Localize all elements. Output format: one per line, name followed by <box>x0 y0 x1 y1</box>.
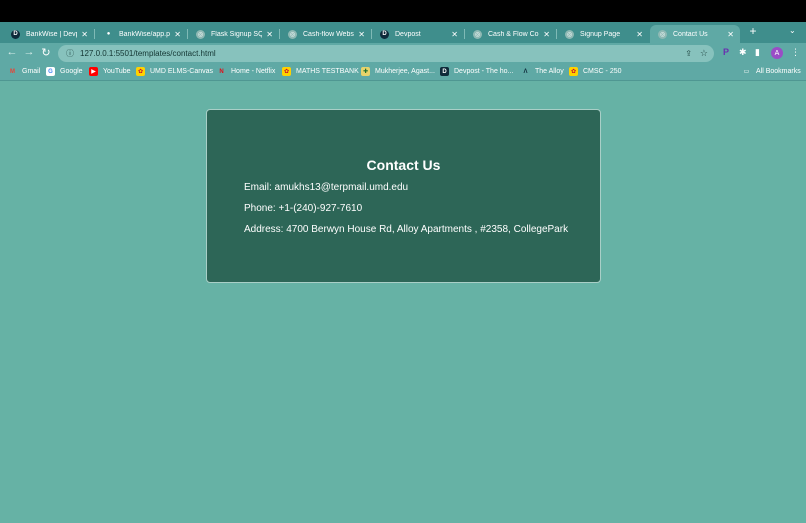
bookmark-label: Google <box>60 68 83 75</box>
bookmark-label: The Alloy <box>535 68 564 75</box>
globe-icon: ◎ <box>658 29 667 39</box>
netflix-icon: N <box>219 68 224 75</box>
globe-icon: ◎ <box>288 29 297 39</box>
contact-address: Address: 4700 Berwyn House Rd, Alloy Apa… <box>244 224 569 235</box>
globe-icon: ◎ <box>473 29 482 39</box>
close-icon[interactable]: ✕ <box>727 30 734 39</box>
globe-icon: ◎ <box>565 29 574 39</box>
forward-arrow-icon[interactable]: → <box>22 46 36 58</box>
youtube-icon: ▶ <box>89 67 98 76</box>
side-panel-icon[interactable]: ▮ <box>755 47 760 58</box>
bookmark-label: Mukherjee, Agast... <box>375 68 435 75</box>
bookmark-item[interactable]: N Home - Netflix <box>217 67 275 76</box>
tab-7[interactable]: ◎ Signup Page ✕ <box>557 25 649 43</box>
browser-toolbar: ← → ↻ ⓘ 127.0.0.1:5501/templates/contact… <box>0 43 806 64</box>
close-icon[interactable]: ✕ <box>174 30 181 39</box>
globe-icon: ◎ <box>196 29 205 39</box>
profile-avatar[interactable]: A <box>771 47 783 59</box>
tab-2[interactable]: ● BankWise/app.py ✕ <box>96 25 187 43</box>
folder-icon: ▭ <box>743 69 750 75</box>
all-bookmarks-label: All Bookmarks <box>756 68 801 75</box>
extension-p-icon[interactable]: P <box>723 47 729 57</box>
bookmarks-bar: ▭ All Bookmarks M Gmail G Google ▶ YouTube ✿ UM… <box>0 64 806 81</box>
devpost-icon: D <box>380 29 389 39</box>
bookmark-item[interactable]: ✿ CMSC - 250 <box>569 67 622 76</box>
bookmark-label: CMSC - 250 <box>583 68 622 75</box>
bookmark-item[interactable]: M Gmail <box>8 67 40 76</box>
tab-title: Cash-flow Websit <box>303 30 355 38</box>
tab-1[interactable]: D BankWise | Devpo ✕ <box>3 25 94 43</box>
tab-title: Cash & Flow Cons <box>488 30 539 38</box>
tab-search-chevron-icon[interactable]: ⌄ <box>789 26 796 35</box>
new-tab-button[interactable]: + <box>746 24 760 38</box>
bookmark-label: Gmail <box>22 68 41 75</box>
tab-strip: DBankWise | Devpo✕●BankWise/app.py✕◎Flas… <box>0 22 806 43</box>
umd-icon: ✿ <box>136 67 145 76</box>
contact-card: Contact Us Email: amukhs13@terpmail.umd.… <box>206 109 601 283</box>
devpost-icon: D <box>440 67 449 76</box>
github-icon: ● <box>104 29 113 39</box>
back-arrow-icon[interactable]: ← <box>5 46 19 58</box>
tab-separator <box>94 29 95 39</box>
tab-title: Flask Signup SQL <box>211 30 263 38</box>
tab-8[interactable]: ◎ Contact Us ✕ <box>650 25 740 43</box>
close-icon[interactable]: ✕ <box>543 30 550 39</box>
alloy-icon: Λ <box>523 68 528 75</box>
address-url: 127.0.0.1:5501/templates/contact.html <box>80 49 216 58</box>
contact-email: Email: amukhs13@terpmail.umd.edu <box>244 182 409 193</box>
share-icon[interactable]: ⇪ <box>685 49 692 58</box>
umd-icon: ✿ <box>569 67 578 76</box>
close-icon[interactable]: ✕ <box>266 30 273 39</box>
gmail-icon: M <box>10 68 15 75</box>
devpost-icon: D <box>11 29 20 39</box>
tab-title: Signup Page <box>580 30 621 38</box>
close-icon[interactable]: ✕ <box>358 30 365 39</box>
bookmark-item[interactable]: ▶ YouTube <box>89 67 131 76</box>
page-title: Contact Us <box>366 157 441 173</box>
bookmark-label: UMD ELMS-Canvas <box>150 68 214 75</box>
close-icon[interactable]: ✕ <box>81 30 88 39</box>
bookmark-label: MATHS TESTBANK <box>296 68 359 75</box>
tab-title: Devpost <box>395 30 421 38</box>
tab-3[interactable]: ◎ Flask Signup SQL ✕ <box>188 25 279 43</box>
plus-icon: ✚ <box>361 67 370 76</box>
tab-6[interactable]: ◎ Cash & Flow Cons ✕ <box>465 25 556 43</box>
bookmark-item[interactable]: ✿ MATHS TESTBANK <box>282 67 359 76</box>
extensions-puzzle-icon[interactable]: ✱ <box>739 47 747 58</box>
bookmark-label: YouTube <box>103 68 131 75</box>
reload-icon[interactable]: ↻ <box>39 46 53 59</box>
screen-top-bar <box>0 0 806 22</box>
close-icon[interactable]: ✕ <box>451 30 458 39</box>
contact-phone: Phone: +1-(240)-927-7610 <box>244 203 363 214</box>
menu-kebab-icon[interactable]: ⋮ <box>791 47 800 58</box>
close-icon[interactable]: ✕ <box>636 30 643 39</box>
bookmark-item[interactable]: Λ The Alloy <box>521 67 564 76</box>
bookmark-item[interactable]: ✿ UMD ELMS-Canvas <box>136 67 213 76</box>
address-bar[interactable]: ⓘ 127.0.0.1:5501/templates/contact.html … <box>58 45 714 62</box>
tab-5[interactable]: D Devpost ✕ <box>372 25 464 43</box>
tab-4[interactable]: ◎ Cash-flow Websit ✕ <box>280 25 371 43</box>
tab-title: BankWise | Devpo <box>26 30 77 38</box>
tab-title: Contact Us <box>673 30 708 38</box>
bookmark-item[interactable]: G Google <box>46 67 83 76</box>
bookmark-star-icon[interactable]: ☆ <box>700 48 708 59</box>
google-icon: G <box>46 67 55 76</box>
tab-title: BankWise/app.py <box>119 30 171 38</box>
bookmark-item[interactable]: D Devpost - The ho... <box>440 67 513 76</box>
bookmark-label: Home - Netflix <box>231 68 276 75</box>
all-bookmarks-button[interactable]: ▭ All Bookmarks <box>742 67 801 76</box>
bookmark-item[interactable]: ✚ Mukherjee, Agast... <box>361 67 435 76</box>
umd-icon: ✿ <box>282 67 291 76</box>
bookmark-label: Devpost - The ho... <box>454 68 514 75</box>
site-info-icon[interactable]: ⓘ <box>66 48 74 59</box>
